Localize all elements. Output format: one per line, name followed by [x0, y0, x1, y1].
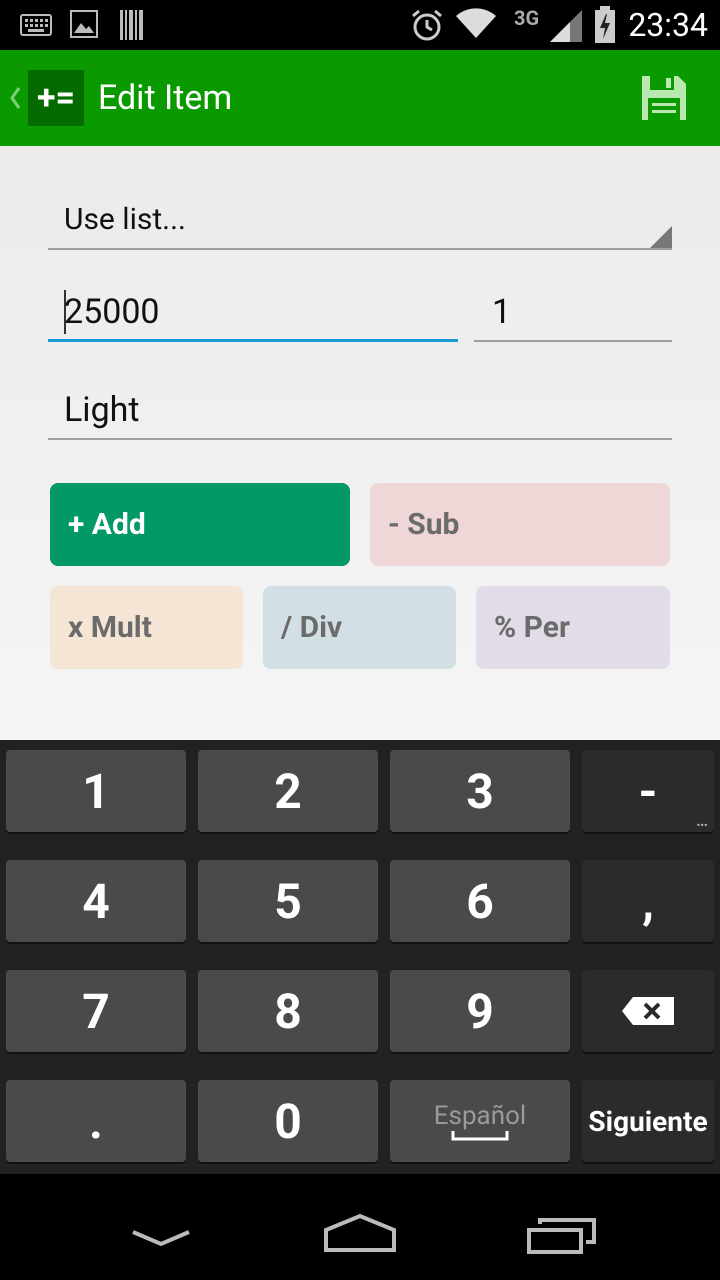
spacebar-icon: [451, 1131, 509, 1141]
amount-value: 25000: [64, 292, 160, 332]
language-label: Español: [433, 1101, 527, 1131]
home-icon[interactable]: [322, 1212, 398, 1254]
key-minus[interactable]: - …: [582, 750, 714, 832]
list-spinner[interactable]: Use list...: [48, 194, 672, 250]
quantity-value: 1: [492, 292, 512, 332]
div-button[interactable]: / Div: [263, 586, 456, 669]
more-keys-indicator: …: [696, 811, 708, 830]
app-logo: +=: [28, 70, 84, 126]
key-7[interactable]: 7: [6, 970, 186, 1052]
mult-button[interactable]: x Mult: [50, 586, 243, 669]
key-9[interactable]: 9: [390, 970, 570, 1052]
add-button[interactable]: + Add: [50, 483, 350, 566]
spinner-underline: [48, 248, 672, 250]
key-5[interactable]: 5: [198, 860, 378, 942]
name-input[interactable]: Light: [48, 384, 672, 440]
numeric-keyboard: 1 2 3 - … 4 5 6 , 7 8 9 . 0 Español Sigu…: [0, 740, 720, 1174]
list-spinner-value: Use list...: [64, 202, 186, 237]
key-language-space[interactable]: Español: [390, 1080, 570, 1162]
key-0[interactable]: 0: [198, 1080, 378, 1162]
keyboard-notification-icon: [20, 14, 52, 36]
key-2[interactable]: 2: [198, 750, 378, 832]
network-type: 3G: [514, 6, 540, 30]
amount-input[interactable]: 25000: [48, 286, 458, 342]
key-backspace[interactable]: [582, 970, 714, 1052]
key-6[interactable]: 6: [390, 860, 570, 942]
image-notification-icon: [70, 10, 98, 38]
edit-form: Use list... 25000 1 Light + Add - Sub x …: [0, 146, 720, 740]
key-8[interactable]: 8: [198, 970, 378, 1052]
sub-button[interactable]: - Sub: [370, 483, 670, 566]
name-value: Light: [64, 390, 140, 430]
signal-icon: [550, 10, 582, 42]
quantity-underline: [474, 340, 672, 342]
chevron-left-icon: [10, 87, 21, 109]
barcode-notification-icon: [120, 10, 143, 40]
save-icon[interactable]: [640, 74, 688, 122]
quantity-input[interactable]: 1: [474, 286, 672, 342]
up-navigation[interactable]: +=: [0, 50, 90, 146]
key-next[interactable]: Siguiente: [582, 1080, 714, 1162]
amount-focus-underline: [48, 339, 458, 342]
alarm-icon: [412, 9, 442, 41]
recent-apps-icon[interactable]: [526, 1216, 598, 1254]
status-time: 23:34: [628, 6, 708, 44]
per-button[interactable]: % Per: [476, 586, 670, 669]
battery-charging-icon: [595, 6, 615, 43]
key-dot[interactable]: .: [6, 1080, 186, 1162]
wifi-icon: [456, 8, 496, 38]
name-underline: [48, 438, 672, 440]
status-bar: 3G 23:34: [0, 0, 720, 50]
key-3[interactable]: 3: [390, 750, 570, 832]
page-title: Edit Item: [98, 78, 233, 118]
action-bar: += Edit Item: [0, 50, 720, 146]
key-1[interactable]: 1: [6, 750, 186, 832]
hide-keyboard-icon[interactable]: [130, 1226, 192, 1250]
key-4[interactable]: 4: [6, 860, 186, 942]
navigation-bar: [0, 1174, 720, 1280]
spinner-triangle-icon: [650, 226, 672, 248]
key-minus-label: -: [638, 762, 658, 820]
key-comma[interactable]: ,: [582, 860, 714, 942]
backspace-icon: [622, 997, 674, 1025]
